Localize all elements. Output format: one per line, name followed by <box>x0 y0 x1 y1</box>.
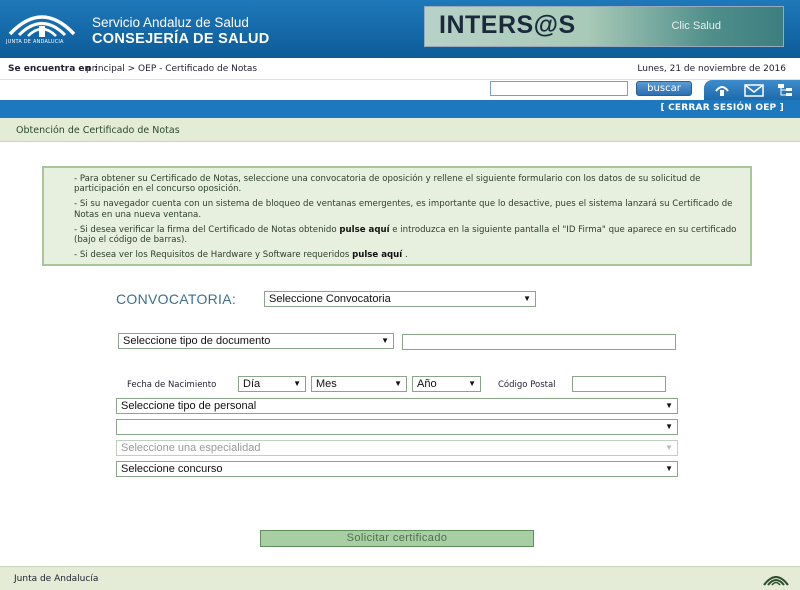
birth-day-value: Día <box>243 378 261 390</box>
breadcrumb[interactable]: principal > OEP - Certificado de Notas <box>86 64 257 74</box>
document-type-select[interactable]: Seleccione tipo de documento ▼ <box>118 333 394 349</box>
info-text: - Si desea ver los Requisitos de Hardwar… <box>74 250 353 261</box>
info-text: - Si desea verificar la firma del Certif… <box>74 224 340 235</box>
dropdown-arrow-icon: ▼ <box>665 443 673 452</box>
search-button[interactable]: buscar <box>636 81 692 96</box>
section-header: Obtención de Certificado de Notas <box>0 118 800 142</box>
session-bar: [ CERRAR SESIÓN OEP ] <box>0 100 800 118</box>
specialty-select[interactable]: Seleccione una especialidad ▼ <box>116 440 678 456</box>
banner-title: INTERS@S <box>439 11 576 39</box>
mail-icon[interactable] <box>744 83 764 97</box>
convocatoria-value: Seleccione Convocatoria <box>269 293 391 305</box>
site-header: JUNTA DE ANDALUCIA Servicio Andaluz de S… <box>0 0 800 58</box>
document-number-input[interactable] <box>402 334 676 350</box>
requirements-link[interactable]: pulse aquí <box>352 250 402 260</box>
search-input[interactable] <box>490 81 628 96</box>
junta-andalucia-footer-icon[interactable] <box>762 571 790 587</box>
dropdown-arrow-icon: ▼ <box>293 379 301 388</box>
info-paragraph-3: - Si desea verificar la firma del Certif… <box>74 225 740 245</box>
quick-icons <box>704 80 800 100</box>
breadcrumb-bar: Se encuentra en : principal > OEP - Cert… <box>0 58 800 80</box>
info-paragraph-1: - Para obtener su Certificado de Notas, … <box>74 174 701 195</box>
dropdown-arrow-icon: ▼ <box>665 422 673 431</box>
birth-date-label: Fecha de Nacimiento <box>127 380 217 390</box>
info-box: - Para obtener su Certificado de Notas, … <box>42 166 752 266</box>
birth-year-select[interactable]: Año ▼ <box>412 376 481 392</box>
intersas-banner[interactable]: INTERS@S Clic Salud <box>424 6 784 47</box>
org-name-sas[interactable]: Servicio Andaluz de Salud <box>92 15 249 30</box>
dropdown-arrow-icon: ▼ <box>468 379 476 388</box>
specialty-value: Seleccione una especialidad <box>121 442 261 454</box>
convocatoria-label: CONVOCATORIA: <box>116 291 237 307</box>
dropdown-arrow-icon: ▼ <box>665 464 673 473</box>
page-title: Obtención de Certificado de Notas <box>16 125 180 136</box>
dropdown-arrow-icon: ▼ <box>523 294 531 303</box>
logo-caption: JUNTA DE ANDALUCIA <box>6 39 64 45</box>
dropdown-arrow-icon: ▼ <box>381 336 389 345</box>
main-content: - Para obtener su Certificado de Notas, … <box>0 142 800 566</box>
convocatoria-select[interactable]: Seleccione Convocatoria ▼ <box>264 291 536 307</box>
document-type-value: Seleccione tipo de documento <box>123 335 271 347</box>
personnel-type-select[interactable]: Seleccione tipo de personal ▼ <box>116 398 678 414</box>
info-paragraph-2: - Si su navegador cuenta con un sistema … <box>74 199 733 220</box>
dropdown-arrow-icon: ▼ <box>665 401 673 410</box>
logout-link[interactable]: [ CERRAR SESIÓN OEP ] <box>660 103 784 113</box>
postal-code-label: Código Postal <box>498 380 556 390</box>
sitemap-icon[interactable] <box>776 83 794 97</box>
birth-month-select[interactable]: Mes ▼ <box>311 376 407 392</box>
personnel-type-value: Seleccione tipo de personal <box>121 400 257 412</box>
site-footer: Junta de Andalucía <box>0 566 800 590</box>
breadcrumb-lead: Se encuentra en : <box>8 64 98 74</box>
info-paragraph-4: - Si desea ver los Requisitos de Hardwar… <box>74 250 740 260</box>
birth-day-select[interactable]: Día ▼ <box>238 376 306 392</box>
home-icon[interactable] <box>714 83 730 97</box>
footer-text: Junta de Andalucía <box>14 574 99 584</box>
verify-signature-link[interactable]: pulse aquí <box>339 225 389 235</box>
search-strip: buscar <box>0 80 800 100</box>
banner-subtitle: Clic Salud <box>671 20 721 32</box>
postal-code-input[interactable] <box>572 376 666 392</box>
dropdown-arrow-icon: ▼ <box>394 379 402 388</box>
current-date: Lunes, 21 de noviembre de 2016 <box>637 64 786 74</box>
birth-month-value: Mes <box>316 378 337 390</box>
contest-value: Seleccione concurso <box>121 463 223 475</box>
request-certificate-button[interactable]: Solicitar certificado <box>260 530 534 547</box>
birth-year-value: Año <box>417 378 437 390</box>
org-name-consejeria[interactable]: CONSEJERÍA DE SALUD <box>92 31 270 47</box>
contest-select[interactable]: Seleccione concurso ▼ <box>116 461 678 477</box>
info-text: . <box>402 250 408 261</box>
category-select[interactable]: ▼ <box>116 419 678 435</box>
